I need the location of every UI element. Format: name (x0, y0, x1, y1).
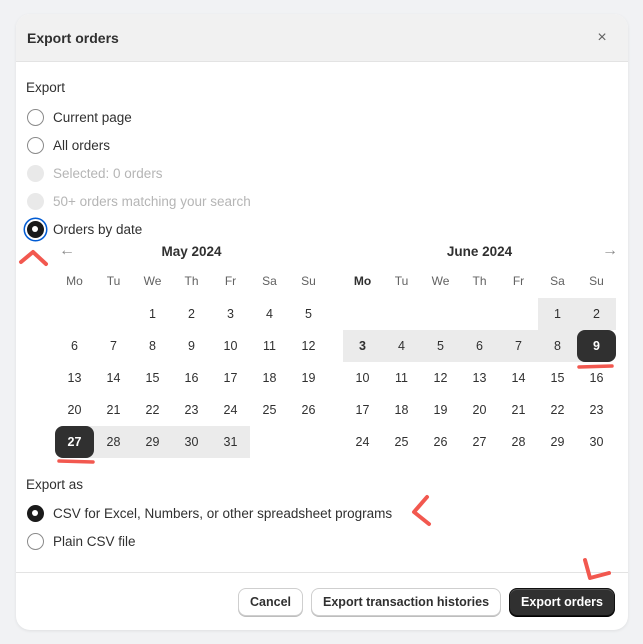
annotation-check-mark (583, 558, 611, 580)
annotation-arrow-mark (412, 495, 431, 526)
annotation-caret-mark (19, 250, 48, 266)
annotation-underline-mark (57, 459, 95, 464)
annotation-underline-mark (577, 364, 614, 369)
annotation-overlay (19, 250, 614, 580)
